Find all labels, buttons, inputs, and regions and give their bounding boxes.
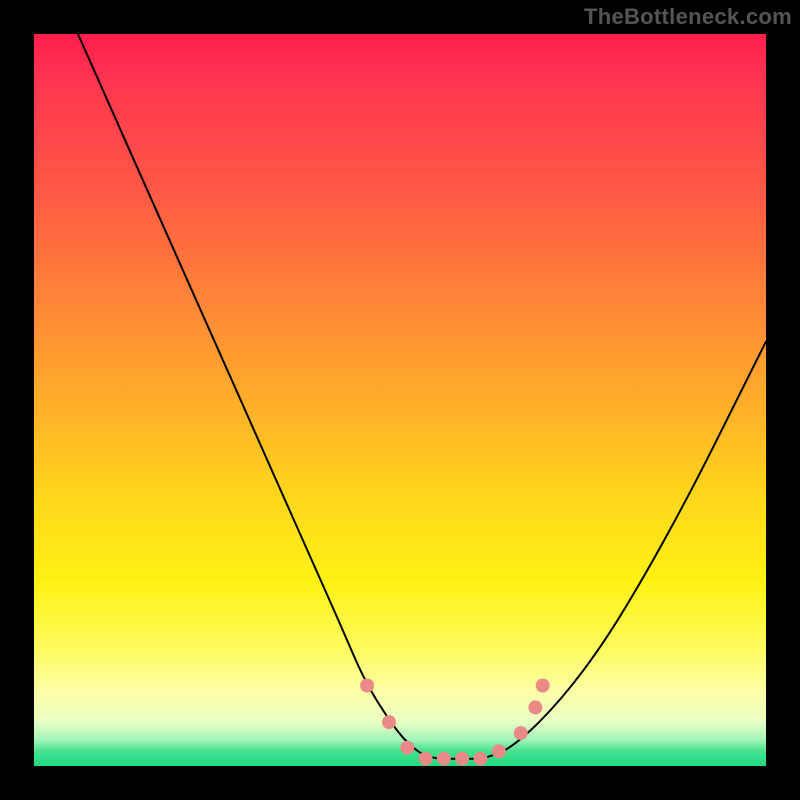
highlight-dot	[528, 700, 542, 714]
highlight-dot	[536, 679, 550, 693]
highlight-dot	[514, 726, 528, 740]
highlight-dot	[455, 752, 469, 766]
highlight-dot	[419, 752, 433, 766]
bottleneck-curve-path	[78, 34, 766, 759]
highlight-dot	[492, 744, 506, 758]
marker-group	[360, 679, 550, 766]
watermark-label: TheBottleneck.com	[584, 0, 792, 34]
highlight-dot	[474, 752, 488, 766]
highlight-dot	[382, 715, 396, 729]
highlight-dot	[360, 679, 374, 693]
highlight-dot	[437, 752, 451, 766]
chart-frame: TheBottleneck.com	[0, 0, 800, 800]
plot-area	[34, 34, 766, 766]
curve-layer	[34, 34, 766, 766]
highlight-dot	[400, 741, 414, 755]
